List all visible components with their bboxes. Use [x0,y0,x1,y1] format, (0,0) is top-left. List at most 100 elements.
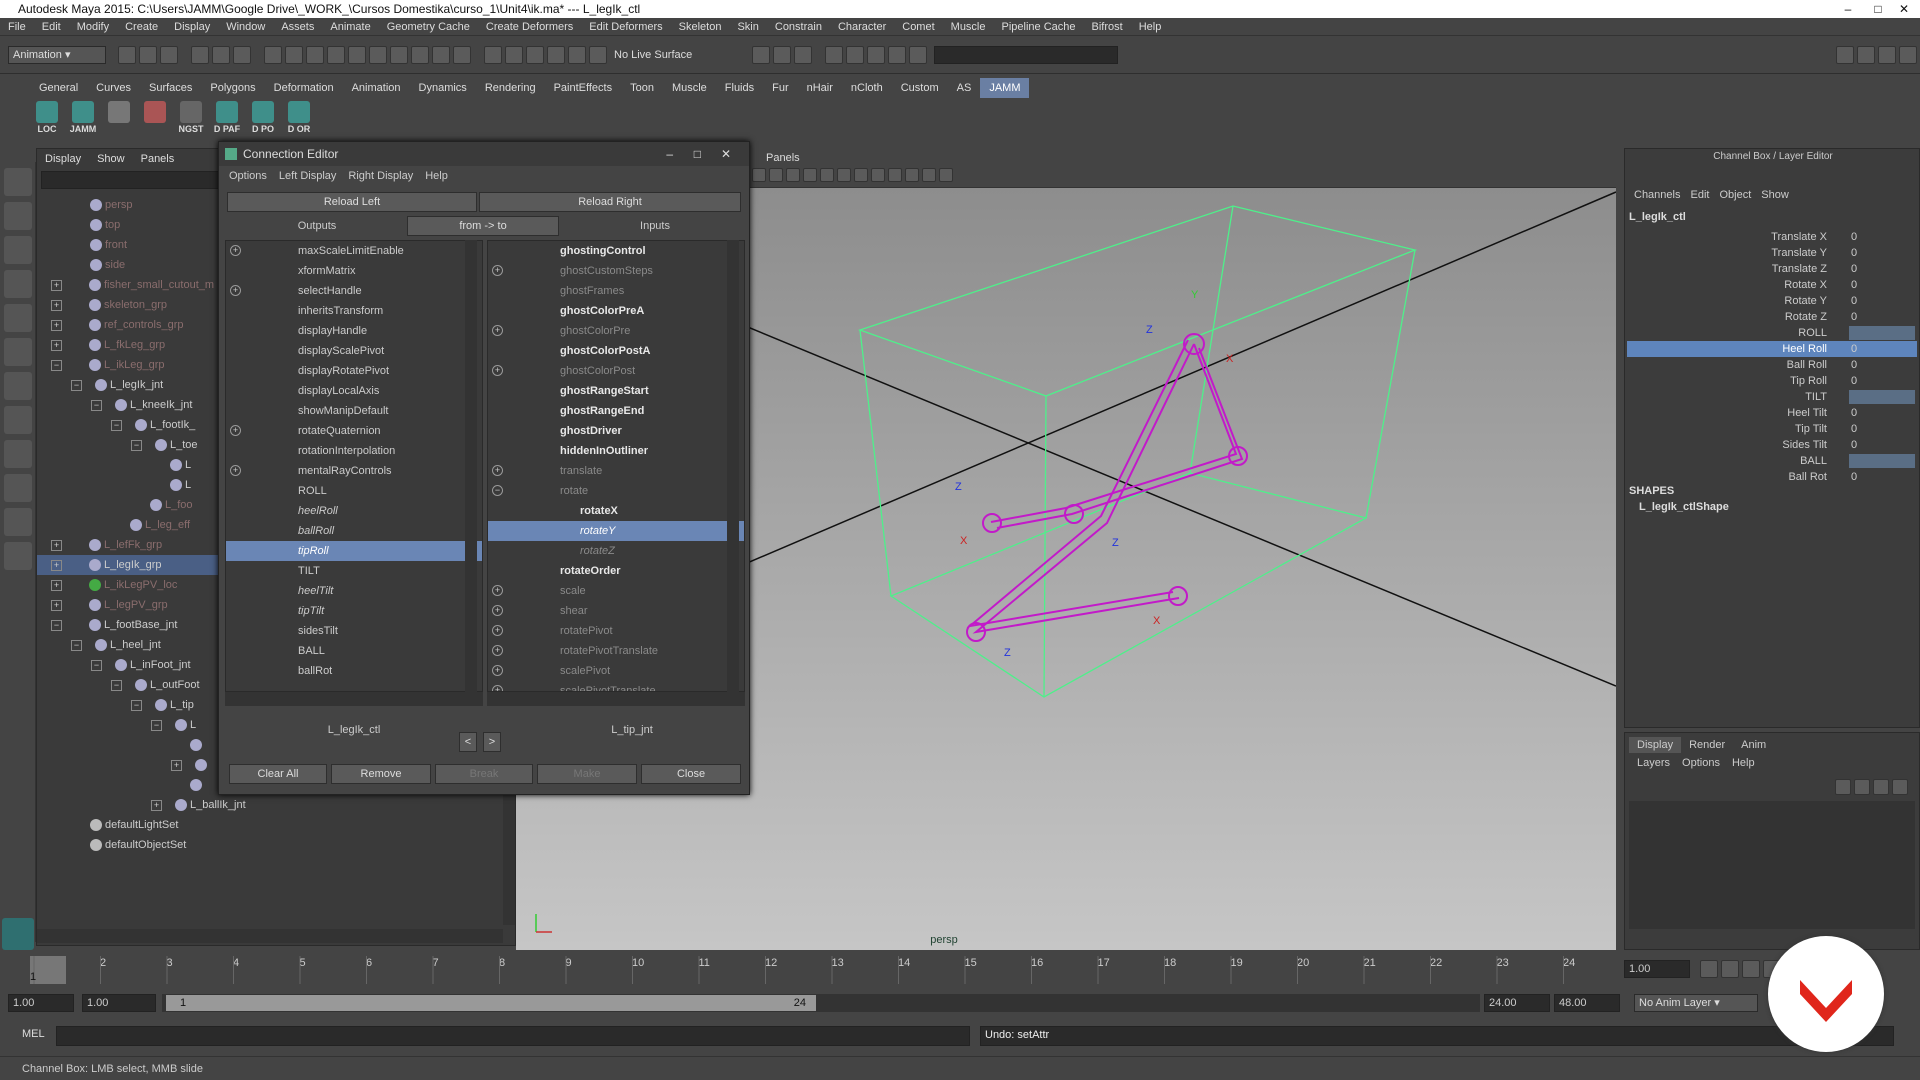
expand-attribute-icon[interactable]: + [492,585,503,596]
shelf-tab-nhair[interactable]: nHair [798,78,842,98]
attribute-item[interactable]: ghostColorPreA [488,301,744,321]
attribute-item[interactable]: hiddenInOutliner [488,441,744,461]
outliner-search-field[interactable] [41,171,221,189]
channel-row[interactable]: Tip Roll 0 [1627,373,1917,389]
image-plane-icon[interactable] [786,168,800,182]
grid-toggle-icon[interactable] [922,168,936,182]
channel-row[interactable]: Heel Tilt 0 [1627,405,1917,421]
expand-attribute-icon[interactable]: + [230,465,241,476]
shape-node-name[interactable]: L_legIk_ctlShape [1639,501,1729,513]
expand-icon[interactable]: + [51,319,62,331]
collapse-icon[interactable]: − [51,359,62,371]
attribute-item[interactable]: rotateZ [488,541,744,561]
break-button[interactable]: Break [435,764,533,784]
attribute-item[interactable]: + scale [488,581,744,601]
menu-assets[interactable]: Assets [273,18,322,36]
expand-attribute-icon[interactable]: + [492,625,503,636]
channel-row[interactable]: Rotate Z0 [1627,309,1917,325]
shelf-tab-surfaces[interactable]: Surfaces [140,78,201,98]
menu-skeleton[interactable]: Skeleton [671,18,730,36]
channel-menu-show[interactable]: Show [1756,189,1794,201]
expand-icon[interactable]: + [51,539,62,551]
modeling-toolkit-icon[interactable] [1899,45,1917,64]
attribute-item[interactable]: BALL [226,641,482,661]
attribute-item-selected[interactable]: rotateY [488,521,744,541]
shelf-tab-fluids[interactable]: Fluids [716,78,763,98]
attribute-item[interactable]: + rotatePivotTranslate [488,641,744,661]
bookmark-icon[interactable] [769,168,783,182]
shelf-tab-custom[interactable]: Custom [892,78,948,98]
magnet-icon[interactable] [589,45,607,64]
attribute-item[interactable]: inheritsTransform [226,301,482,321]
menu-edit-deformers[interactable]: Edit Deformers [581,18,670,36]
shelf-tab-muscle[interactable]: Muscle [663,78,716,98]
ce-menu-right-display[interactable]: Right Display [342,170,419,182]
channel-row[interactable]: Translate Z0 [1627,261,1917,277]
expand-attribute-icon[interactable]: + [492,645,503,656]
mask-deform-icon[interactable] [348,45,366,64]
collapse-icon[interactable]: − [51,619,62,631]
collapse-icon[interactable]: − [111,679,122,691]
collapse-icon[interactable]: − [131,439,142,451]
tool-settings-icon[interactable] [1857,45,1875,64]
expand-attribute-icon[interactable]: + [492,365,503,376]
dialog-close-icon[interactable]: ✕ [721,142,731,166]
attribute-item-selected[interactable]: tipRoll [226,541,482,561]
menu-pipeline-cache[interactable]: Pipeline Cache [994,18,1084,36]
shelf-tab-rendering[interactable]: Rendering [476,78,545,98]
mel-label[interactable]: MEL [22,1028,45,1040]
menu-constrain[interactable]: Constrain [767,18,830,36]
close-icon[interactable]: ✕ [1892,0,1916,18]
shelf-tab-dynamics[interactable]: Dynamics [410,78,476,98]
attribute-item[interactable]: displayRotatePivot [226,361,482,381]
shelf-button-dpaf[interactable]: D PAF [210,99,244,137]
shelf-tab-fur[interactable]: Fur [763,78,798,98]
attribute-item[interactable]: + rotateQuaternion [226,421,482,441]
attribute-item[interactable]: displayScalePivot [226,341,482,361]
render-frame-icon[interactable] [825,45,844,64]
select-component-icon[interactable] [233,45,251,64]
reload-right-button[interactable]: Reload Right [479,192,741,212]
previous-node-button[interactable]: < [459,732,477,752]
step-back-icon[interactable] [1721,960,1739,978]
channel-box-icon[interactable] [1878,45,1896,64]
attribute-item[interactable]: ghostFrames [488,281,744,301]
attribute-item[interactable]: + scalePivot [488,661,744,681]
shelf-tab-curves[interactable]: Curves [87,78,140,98]
menu-comet[interactable]: Comet [894,18,942,36]
attribute-item[interactable]: + ghostCustomSteps [488,261,744,281]
menu-character[interactable]: Character [830,18,894,36]
inputs-hscrollbar[interactable] [487,692,745,706]
make-button[interactable]: Make [537,764,637,784]
layout-four-icon[interactable] [4,440,32,468]
menu-create-deformers[interactable]: Create Deformers [478,18,581,36]
camera-attributes-icon[interactable] [752,168,766,182]
attribute-item[interactable]: rotateX [488,501,744,521]
wireframe-icon[interactable] [803,168,817,182]
attribute-item[interactable]: + selectHandle [226,281,482,301]
expand-icon[interactable]: + [51,279,62,291]
shelf-tab-painteffects[interactable]: PaintEffects [545,78,622,98]
channel-row-divider[interactable]: BALL [1627,453,1917,469]
shelf-button-jamm[interactable]: JAMM [66,99,100,137]
anim-layer-dropdown[interactable]: No Anim Layer ▾ [1634,994,1758,1012]
expand-attribute-icon[interactable]: + [492,605,503,616]
attribute-item[interactable]: TILT [226,561,482,581]
current-frame-field[interactable]: 1.00 [1624,960,1690,978]
attribute-item[interactable]: xformMatrix [226,261,482,281]
go-to-start-icon[interactable] [1700,960,1718,978]
channel-menu-edit[interactable]: Edit [1685,189,1714,201]
menu-window[interactable]: Window [218,18,273,36]
remove-button[interactable]: Remove [331,764,431,784]
expand-icon[interactable]: + [171,759,182,771]
clear-all-button[interactable]: Clear All [229,764,327,784]
input-line-icon[interactable] [909,45,928,64]
channel-row[interactable]: Ball Rot 0 [1627,469,1917,485]
select-hierarchy-icon[interactable] [191,45,209,64]
time-slider[interactable]: 2 3 4 5 6 7 8 9 10 11 12 13 14 15 16 17 18 19 20 21 22 23 24 1 … [0,950,1920,990]
menu-create[interactable]: Create [117,18,166,36]
attribute-item[interactable]: + scalePivotTranslate [488,681,744,691]
outliner-row[interactable]: defaultObjectSet [37,835,499,855]
isolate-icon[interactable] [905,168,919,182]
mask-curves-icon[interactable] [306,45,324,64]
